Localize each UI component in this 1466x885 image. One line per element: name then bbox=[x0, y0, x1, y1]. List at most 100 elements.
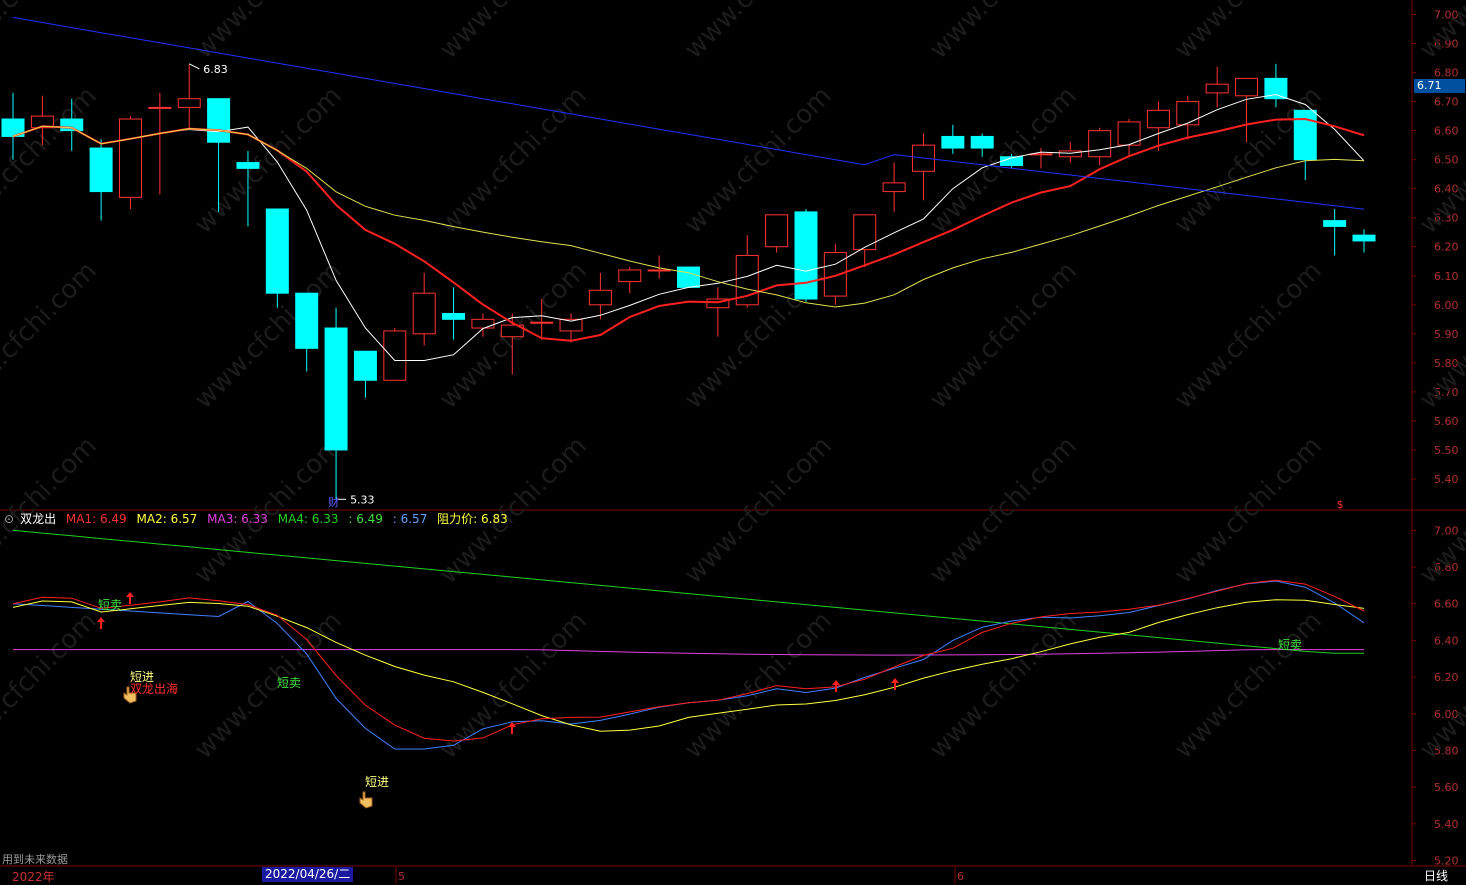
high-label: 6.83 bbox=[203, 63, 228, 76]
signal-label: 双龙出海 bbox=[130, 682, 179, 696]
period-label[interactable]: 日线 bbox=[1424, 867, 1448, 884]
candle-body bbox=[941, 135, 965, 149]
candle-body bbox=[530, 321, 554, 324]
price-tick-label: 6.60 bbox=[1434, 125, 1459, 138]
price-tick-label: 5.90 bbox=[1434, 328, 1459, 341]
candle-body bbox=[60, 118, 84, 132]
candle-body bbox=[677, 266, 701, 288]
indicator-name: 双龙出 bbox=[20, 512, 57, 526]
watermark: www.cfchi.com bbox=[679, 0, 838, 65]
candle-body bbox=[970, 135, 994, 149]
candle-body bbox=[794, 211, 818, 300]
candle-body bbox=[1146, 109, 1170, 129]
watermark: www.cfchi.com bbox=[434, 606, 593, 765]
ind-magenta-line bbox=[13, 649, 1364, 656]
dollar-marker: $ bbox=[1337, 498, 1344, 511]
watermark: www.cfchi.com bbox=[0, 0, 103, 65]
finance-marker: 财 bbox=[328, 495, 339, 509]
candle-body bbox=[618, 269, 642, 283]
candle-body bbox=[177, 98, 201, 108]
candle-body bbox=[588, 289, 612, 306]
signal-label: 短进 bbox=[365, 775, 390, 789]
candle-body bbox=[89, 147, 113, 193]
candle-body bbox=[295, 292, 319, 349]
candle-body bbox=[236, 162, 260, 169]
ind-tick-label: 5.60 bbox=[1434, 781, 1459, 794]
watermark: www.cfchi.com bbox=[924, 256, 1083, 415]
watermark: www.cfchi.com bbox=[0, 606, 103, 765]
low-label: 5.33 bbox=[350, 493, 375, 506]
price-tick-label: 6.80 bbox=[1434, 67, 1459, 80]
candle-body bbox=[324, 327, 348, 451]
cursor-date: 2022/04/26/二 bbox=[262, 867, 354, 882]
candle-body bbox=[765, 214, 789, 248]
watermark: www.cfchi.com bbox=[924, 0, 1083, 65]
candle-body bbox=[1235, 77, 1259, 97]
candle-body bbox=[882, 182, 906, 193]
price-tick-label: 5.50 bbox=[1434, 444, 1459, 457]
month-label: 6 bbox=[957, 870, 964, 883]
candle-body bbox=[1323, 220, 1347, 227]
price-tick-label: 6.00 bbox=[1434, 299, 1459, 312]
candle-body bbox=[207, 98, 231, 143]
signal-label: 短卖 bbox=[98, 598, 123, 612]
candle-body bbox=[853, 214, 877, 251]
ind-tick-label: 6.40 bbox=[1434, 634, 1459, 647]
signal-label: 短卖 bbox=[1278, 638, 1303, 652]
ma4-label: MA4: 6.33 bbox=[277, 512, 339, 526]
ind-tick-label: 5.40 bbox=[1434, 818, 1459, 831]
ind-tick-label: 5.20 bbox=[1434, 854, 1459, 867]
watermark: www.cfchi.com bbox=[1169, 606, 1328, 765]
candle-body bbox=[353, 350, 377, 381]
candle-body bbox=[265, 208, 289, 294]
high-marker bbox=[188, 63, 200, 70]
hand-pointer-icon bbox=[359, 791, 373, 809]
watermark: www.cfchi.com bbox=[434, 0, 593, 65]
candle-body bbox=[647, 269, 671, 272]
candle-body bbox=[1205, 83, 1229, 94]
watermark: www.cfchi.com bbox=[189, 606, 348, 765]
candle-body bbox=[442, 313, 466, 320]
candle-body bbox=[1088, 130, 1112, 158]
candle-body bbox=[1176, 101, 1200, 126]
price-tick-label: 5.60 bbox=[1434, 415, 1459, 428]
ma3-label: MA3: 6.33 bbox=[207, 512, 268, 526]
indicator-title-bar: ⊙ 双龙出 MA1: 6.49 MA2: 6.57 MA3: 6.33 MA4: … bbox=[4, 510, 514, 526]
extra1-label: : 6.49 bbox=[348, 512, 383, 526]
candle-body bbox=[823, 252, 847, 297]
watermark: www.cfchi.com bbox=[924, 606, 1083, 765]
year-label: 2022年 bbox=[12, 870, 55, 884]
price-tick-label: 6.70 bbox=[1434, 96, 1459, 109]
candle-body bbox=[412, 292, 436, 335]
stock-chart[interactable]: 7.006.906.806.706.606.506.406.306.206.10… bbox=[0, 0, 1466, 884]
current-price-tag: 6.71 bbox=[1414, 79, 1465, 93]
price-tick-label: 6.20 bbox=[1434, 241, 1459, 254]
watermark: www.cfchi.com bbox=[1169, 0, 1328, 65]
watermark: www.cfchi.com bbox=[1169, 256, 1328, 415]
candle-body bbox=[471, 318, 495, 329]
ma2-label: MA2: 6.57 bbox=[136, 512, 198, 526]
buy-arrow-icon bbox=[126, 592, 134, 604]
candle-body bbox=[1352, 234, 1376, 242]
candle-body bbox=[118, 118, 142, 198]
price-tick-label: 5.40 bbox=[1434, 473, 1459, 486]
ind-tick-label: 6.60 bbox=[1434, 598, 1459, 611]
candle-body bbox=[383, 330, 407, 381]
month-label: 5 bbox=[398, 870, 405, 883]
ma1-label: MA1: 6.49 bbox=[65, 512, 127, 526]
resistance-label: 阻力价: 6.83 bbox=[437, 512, 508, 526]
watermark: www.cfchi.com bbox=[679, 606, 838, 765]
collapse-icon[interactable]: ⊙ bbox=[4, 512, 14, 526]
candle-body bbox=[1293, 109, 1317, 161]
ind-tick-label: 6.20 bbox=[1434, 671, 1459, 684]
watermark: www.cfchi.com bbox=[0, 256, 103, 415]
extra2-label: : 6.57 bbox=[392, 512, 428, 526]
candle-body bbox=[148, 106, 172, 109]
watermark: www.cfchi.com bbox=[434, 81, 593, 240]
signal-label: 短卖 bbox=[277, 676, 302, 690]
watermark: www.cfchi.com bbox=[1414, 606, 1466, 765]
watermark: www.cfchi.com bbox=[0, 81, 103, 240]
ind-yellow-line bbox=[12, 599, 1365, 732]
candle-body bbox=[1058, 150, 1082, 158]
price-tick-label: 6.50 bbox=[1434, 154, 1459, 167]
